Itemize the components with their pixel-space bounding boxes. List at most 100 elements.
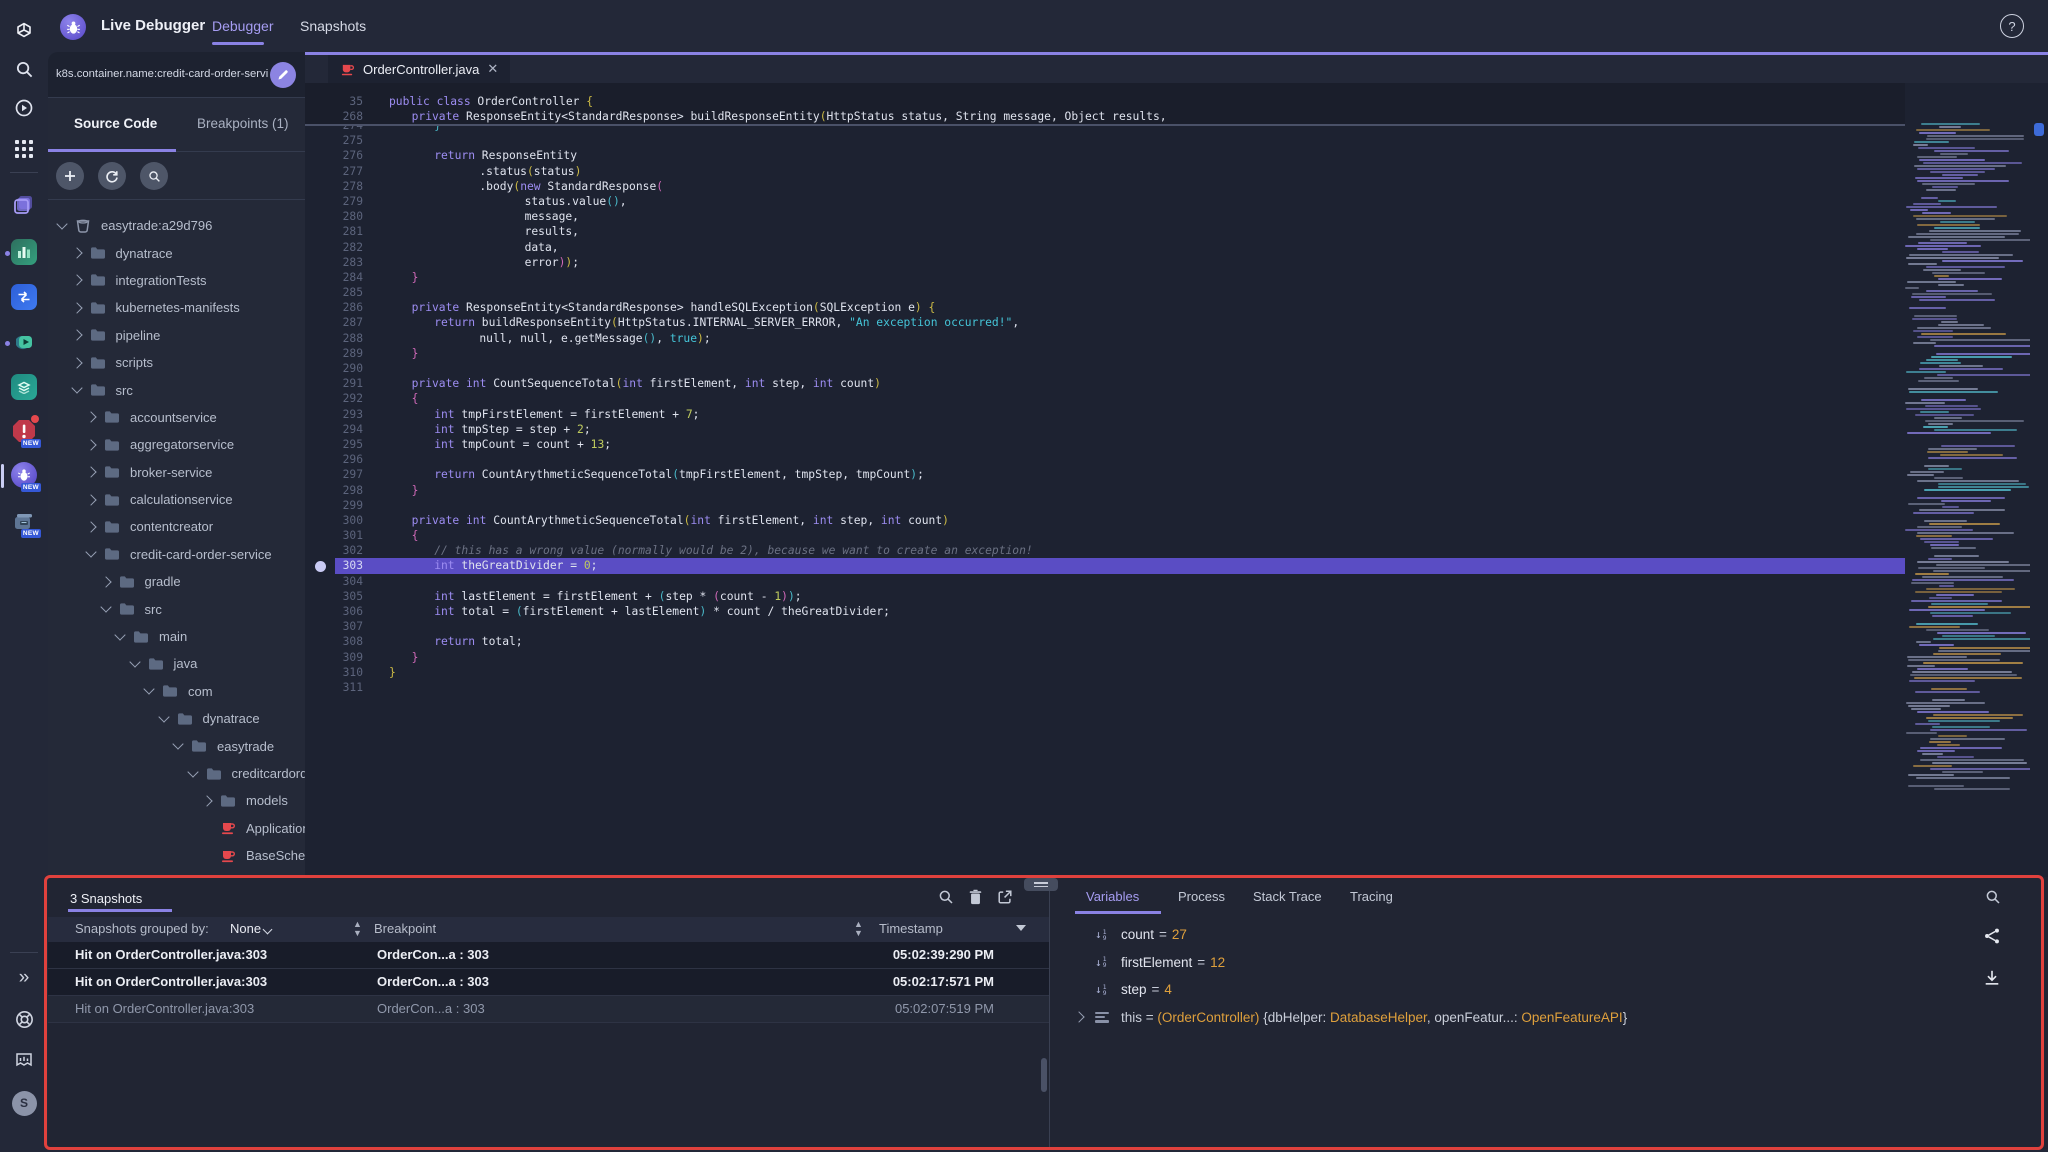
tab-breakpoints[interactable]: Breakpoints (1) — [197, 116, 289, 131]
tree-item-credit-card-order-service[interactable]: credit-card-order-service — [48, 541, 305, 568]
code-line-307[interactable]: 307 — [305, 619, 1905, 634]
chevron-down-icon[interactable] — [263, 925, 273, 935]
code-line-292[interactable]: 292{ — [305, 391, 1905, 406]
chevron-right-icon[interactable] — [201, 795, 212, 806]
help-icon[interactable]: ? — [2000, 14, 2024, 38]
variable-row-step[interactable]: ↓19step=4 — [1053, 976, 1973, 1004]
editor-tab-ordercontroller[interactable]: OrderController.java ✕ — [328, 55, 510, 83]
code-line-291[interactable]: 291private int CountSequenceTotal(int fi… — [305, 376, 1905, 391]
close-tab-icon[interactable]: ✕ — [487, 61, 498, 77]
workflows-app-icon[interactable] — [11, 284, 37, 310]
chevron-down-icon[interactable] — [158, 711, 169, 722]
code-line-268[interactable]: 268private ResponseEntity<StandardRespon… — [305, 109, 1905, 124]
search-variables-icon[interactable] — [1985, 889, 2001, 910]
code-line-285[interactable]: 285 — [305, 285, 1905, 300]
code-line-309[interactable]: 309} — [305, 650, 1905, 665]
usage-report-icon[interactable] — [11, 1048, 37, 1074]
chevron-right-icon[interactable] — [85, 467, 96, 478]
problems-app-icon[interactable]: NEW — [11, 418, 37, 444]
code-line-283[interactable]: 283error)); — [305, 255, 1905, 270]
tree-item-gradle[interactable]: gradle — [48, 568, 305, 595]
dynatrace-logo-icon[interactable] — [11, 17, 37, 43]
clouds-app-icon[interactable] — [11, 192, 37, 218]
code-line-281[interactable]: 281results, — [305, 224, 1905, 239]
filter-bar[interactable]: k8s.container.name:credit-card-order-ser… — [48, 52, 305, 98]
code-line-275[interactable]: 275 — [305, 133, 1905, 148]
edit-filter-button[interactable] — [270, 62, 296, 88]
tree-item-dynatrace[interactable]: dynatrace — [48, 239, 305, 266]
sort-timestamp-icon[interactable]: ▲▼ — [854, 920, 863, 938]
chevron-right-icon[interactable] — [85, 494, 96, 505]
tree-item-dynatrace[interactable]: dynatrace — [48, 705, 305, 732]
tree-item-aggregatorservice[interactable]: aggregatorservice — [48, 431, 305, 458]
chevron-right-icon[interactable] — [71, 357, 82, 368]
code-line-279[interactable]: 279status.value(), — [305, 194, 1905, 209]
code-line-286[interactable]: 286private ResponseEntity<StandardRespon… — [305, 300, 1905, 315]
minimap[interactable] — [1905, 123, 2030, 803]
code-line-308[interactable]: 308return total; — [305, 634, 1905, 649]
tree-item-main[interactable]: main — [48, 623, 305, 650]
variable-row-this[interactable]: this = (OrderController) {dbHelper: Data… — [1053, 1004, 1973, 1032]
tree-item-scripts[interactable]: scripts — [48, 349, 305, 376]
snapshot-row-3[interactable]: Hit on OrderController.java:303OrderCon.… — [48, 996, 1049, 1023]
chevron-down-icon[interactable] — [114, 629, 125, 640]
tree-item-integrationtests[interactable]: integrationTests — [48, 267, 305, 294]
code-line-299[interactable]: 299 — [305, 498, 1905, 513]
tree-item-com[interactable]: com — [48, 678, 305, 705]
chevron-right-icon[interactable] — [85, 412, 96, 423]
grouped-by-dropdown[interactable]: None — [230, 921, 261, 936]
code-line-278[interactable]: 278.body(new StandardResponse( — [305, 179, 1905, 194]
avatar[interactable]: S — [11, 1090, 37, 1116]
code-line-280[interactable]: 280message, — [305, 209, 1905, 224]
sort-desc-icon[interactable] — [1016, 925, 1026, 931]
search-icon[interactable] — [11, 56, 37, 82]
code-line-287[interactable]: 287return buildResponseEntity(HttpStatus… — [305, 315, 1905, 330]
code-line-276[interactable]: 276return ResponseEntity — [305, 148, 1905, 163]
refresh-button[interactable] — [98, 162, 126, 190]
chevron-right-icon[interactable] — [71, 330, 82, 341]
snapshots-scrollbar-thumb[interactable] — [1041, 1058, 1047, 1092]
sort-breakpoint-icon[interactable]: ▲▼ — [353, 920, 362, 938]
chevron-right-icon[interactable] — [85, 439, 96, 450]
tree-item-broker-service[interactable]: broker-service — [48, 459, 305, 486]
chevron-down-icon[interactable] — [71, 382, 82, 393]
delete-snapshots-icon[interactable] — [968, 889, 983, 905]
tab-debugger[interactable]: Debugger — [212, 18, 274, 34]
tree-item-basescheduler-ja[interactable]: BaseScheduler.ja — [48, 842, 305, 869]
code-line-295[interactable]: 295int tmpCount = count + 13; — [305, 437, 1905, 452]
code-line-290[interactable]: 290 — [305, 361, 1905, 376]
variable-row-count[interactable]: ↓19count=27 — [1053, 921, 1973, 949]
tab-snapshots[interactable]: Snapshots — [300, 18, 366, 34]
tree-item-application-java[interactable]: Application.java — [48, 815, 305, 842]
automations-app-icon[interactable] — [11, 329, 37, 355]
tab-source-code[interactable]: Source Code — [74, 116, 157, 131]
chevron-right-icon[interactable] — [71, 275, 82, 286]
panel-resize-handle[interactable] — [1024, 878, 1058, 891]
add-source-button[interactable] — [56, 162, 84, 190]
support-icon[interactable] — [11, 1006, 37, 1032]
code-line-303[interactable]: 303int theGreatDivider = 0; — [305, 558, 1905, 573]
dashboards-app-icon[interactable] — [11, 239, 37, 265]
expand-rail-icon[interactable]: » — [11, 965, 37, 991]
chevron-right-icon[interactable] — [85, 521, 96, 532]
tree-item-models[interactable]: models — [48, 787, 305, 814]
chevron-down-icon[interactable] — [56, 218, 67, 229]
code-line-306[interactable]: 306int total = (firstElement + lastEleme… — [305, 604, 1905, 619]
code-line-294[interactable]: 294int tmpStep = step + 2; — [305, 422, 1905, 437]
chevron-right-icon[interactable] — [71, 247, 82, 258]
chevron-down-icon[interactable] — [187, 766, 198, 777]
code-line-282[interactable]: 282data, — [305, 240, 1905, 255]
column-timestamp[interactable]: Timestamp — [879, 921, 943, 936]
chevron-down-icon[interactable] — [172, 738, 183, 749]
expand-chevron-icon[interactable] — [1073, 1012, 1084, 1023]
share-icon[interactable] — [1983, 927, 2001, 945]
code-line-284[interactable]: 284} — [305, 270, 1905, 285]
code-line-305[interactable]: 305int lastElement = firstElement + (ste… — [305, 589, 1905, 604]
services-app-icon[interactable]: NEW — [11, 508, 37, 534]
code-line-310[interactable]: 310} — [305, 665, 1905, 680]
layers-app-icon[interactable] — [11, 374, 37, 400]
download-icon[interactable] — [1983, 969, 2001, 987]
tab-process[interactable]: Process — [1178, 889, 1225, 904]
search-files-button[interactable] — [140, 162, 168, 190]
filter-query[interactable]: k8s.container.name:credit-card-order-ser… — [56, 68, 268, 80]
